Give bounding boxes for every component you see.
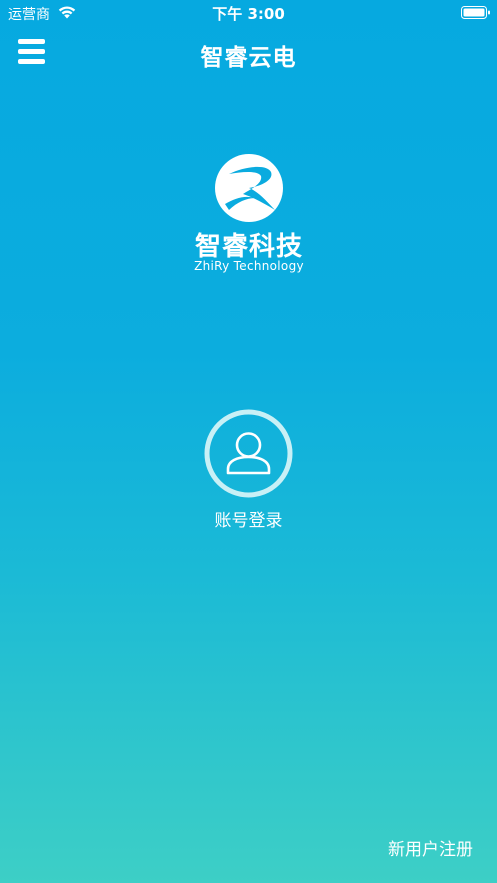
logo-r-mark-icon (215, 154, 283, 222)
status-bar: 运营商 下午 3:00 (0, 0, 497, 26)
account-login-label[interactable]: 账号登录 (0, 506, 497, 531)
logo-company-name-cn: 智睿科技 (194, 232, 303, 262)
page-title: 智睿云电 (200, 45, 297, 71)
new-user-register-link[interactable]: 新用户注册 (388, 835, 473, 860)
logo-company-name-en: ZhiRy Technology (194, 259, 304, 273)
account-login-button[interactable] (204, 409, 293, 498)
battery-icon (461, 6, 490, 19)
user-icon (204, 409, 293, 498)
company-logo: 智睿科技 ZhiRy Technology (187, 152, 311, 278)
status-time: 下午 3:00 (212, 5, 285, 23)
